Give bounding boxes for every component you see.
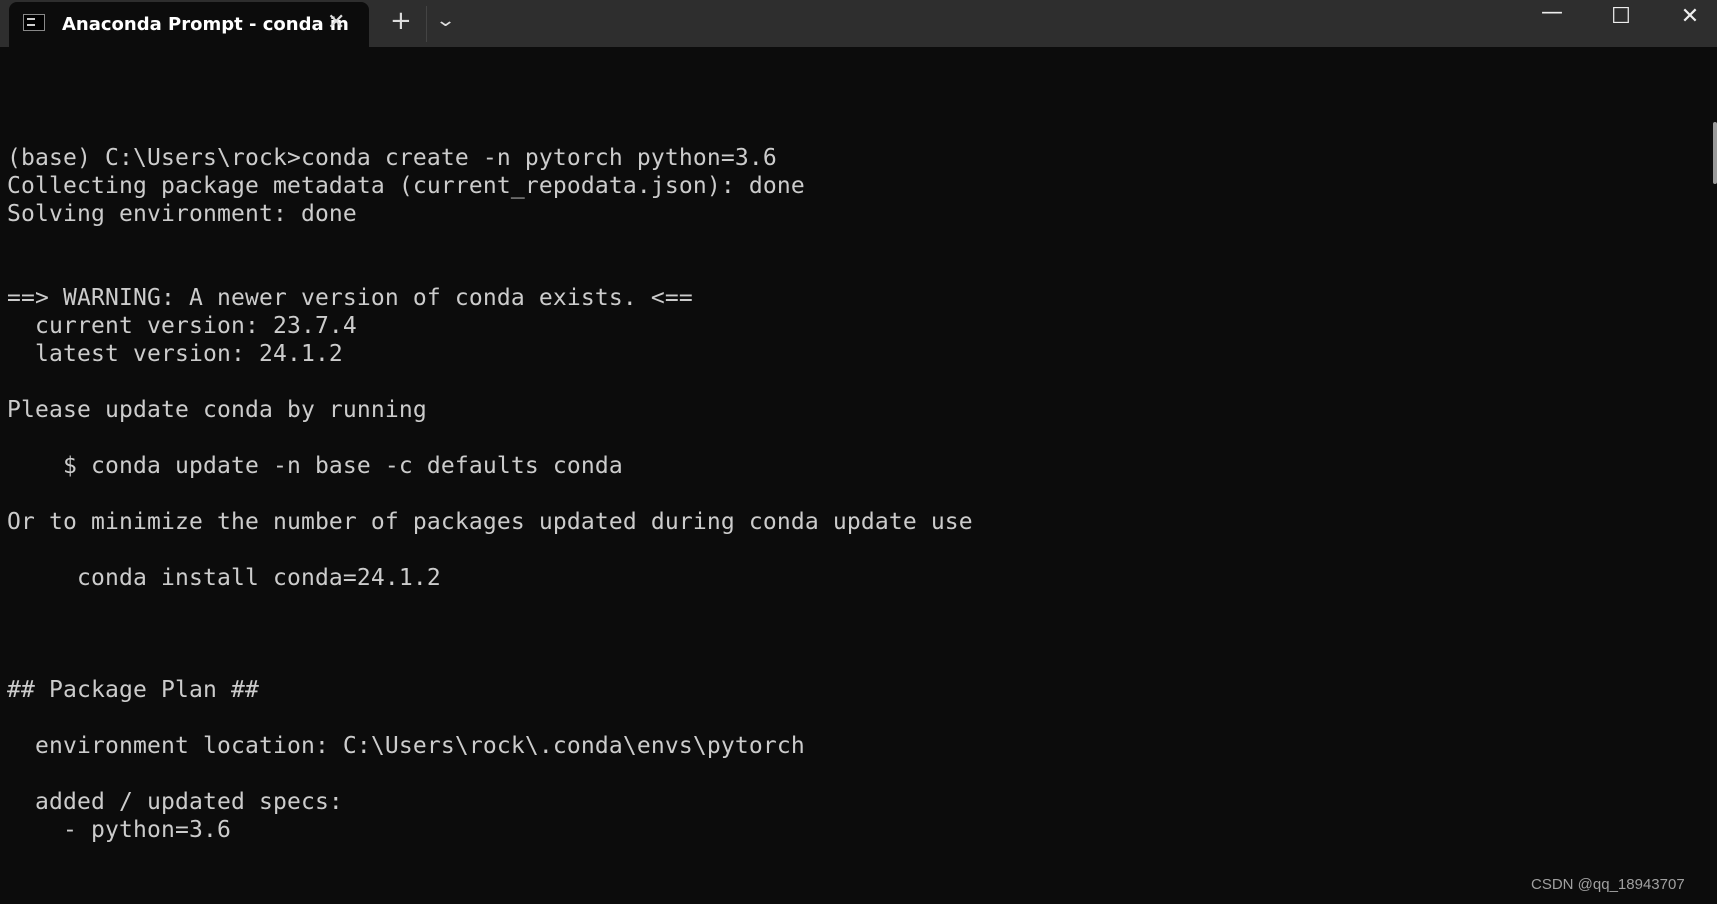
- terminal-line: ## Package Plan ##: [7, 677, 259, 703]
- scrollbar[interactable]: [1713, 122, 1717, 184]
- terminal-line: Solving environment: done: [7, 201, 357, 227]
- tab-close-icon[interactable]: ✕: [327, 10, 345, 35]
- watermark: CSDN @qq_18943707: [1531, 876, 1685, 893]
- terminal-line: added / updated specs:: [7, 789, 343, 815]
- terminal-line: Or to minimize the number of packages up…: [7, 509, 973, 535]
- terminal-line: ==> WARNING: A newer version of conda ex…: [7, 285, 693, 311]
- terminal-line: environment location: C:\Users\rock\.con…: [7, 733, 805, 759]
- terminal-line: (base) C:\Users\rock>conda create -n pyt…: [7, 145, 777, 171]
- close-button[interactable]: ✕: [1670, 4, 1710, 29]
- terminal-line: conda install conda=24.1.2: [7, 565, 441, 591]
- terminal-line: Collecting package metadata (current_rep…: [7, 173, 805, 199]
- terminal-output[interactable]: (base) C:\Users\rock>conda create -n pyt…: [7, 60, 1697, 844]
- terminal-line: Please update conda by running: [7, 397, 427, 423]
- terminal-line: $ conda update -n base -c defaults conda: [7, 453, 623, 479]
- minimize-button[interactable]: —: [1532, 0, 1572, 25]
- tab-title: Anaconda Prompt - conda in: [62, 14, 349, 35]
- terminal-line: - python=3.6: [7, 817, 231, 843]
- divider: [426, 6, 427, 42]
- terminal-line: latest version: 24.1.2: [7, 341, 343, 367]
- chevron-down-icon[interactable]: ⌄: [435, 10, 456, 31]
- tab-anaconda-prompt[interactable]: Anaconda Prompt - conda in ✕: [9, 2, 369, 47]
- terminal-icon: [23, 14, 45, 31]
- title-bar: Anaconda Prompt - conda in ✕ + ⌄ — ☐ ✕: [0, 0, 1717, 47]
- maximize-button[interactable]: ☐: [1601, 4, 1641, 29]
- terminal-line: current version: 23.7.4: [7, 313, 357, 339]
- new-tab-button[interactable]: +: [390, 6, 412, 36]
